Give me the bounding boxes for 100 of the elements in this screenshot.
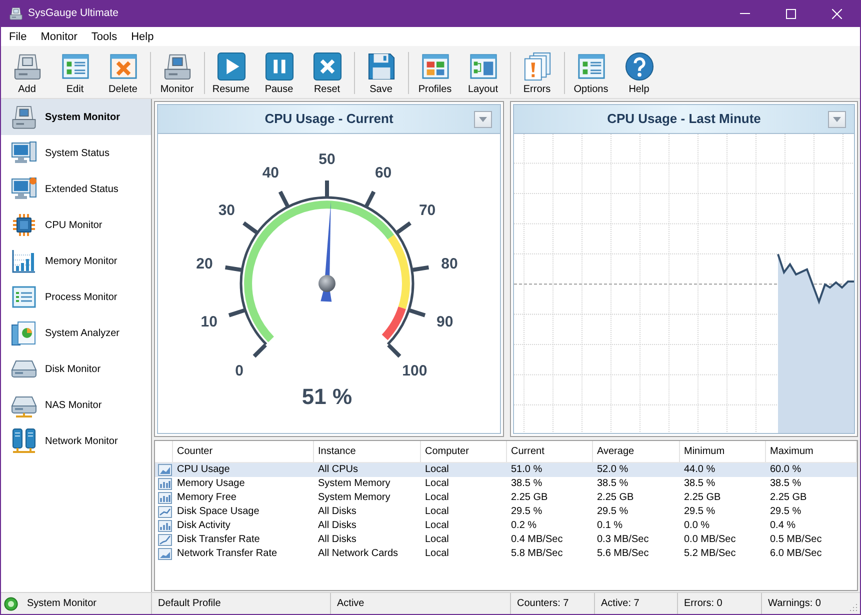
- table-cell-text: 0.1 %: [596, 519, 624, 533]
- table-cell-text: All Disks: [317, 505, 358, 519]
- table-cell-text: 6.0 MB/Sec: [769, 547, 823, 561]
- dropdown-button[interactable]: [828, 110, 846, 128]
- table-cell-text: CPU Usage: [176, 463, 231, 477]
- table-cell-text: Disk Activity: [176, 519, 232, 533]
- menu-item[interactable]: Monitor: [34, 28, 84, 44]
- bar-chart-icon: [158, 520, 172, 532]
- table-cell-text: Disk Transfer Rate: [176, 533, 261, 547]
- column-header[interactable]: Minimum: [680, 441, 766, 462]
- toolbar-button[interactable]: Options: [567, 46, 615, 96]
- toolbar-button[interactable]: Help: [615, 46, 663, 96]
- table-cell-text: 29.5 %: [510, 505, 544, 519]
- sidebar-item[interactable]: System Status: [1, 135, 151, 171]
- toolbar-button[interactable]: Delete: [99, 46, 147, 96]
- toolbar-button[interactable]: Reset: [303, 46, 351, 96]
- pause-icon: [264, 52, 294, 81]
- menu-item[interactable]: Tools: [84, 28, 124, 44]
- toolbar-button[interactable]: Profiles: [411, 46, 459, 96]
- maximize-icon: [786, 8, 796, 18]
- gauge-scale-label: 20: [196, 256, 213, 273]
- gauge-scale-label: 100: [402, 362, 428, 380]
- tiles-window-icon: [420, 52, 450, 81]
- error-pages-icon: [522, 52, 552, 81]
- sidebar-item[interactable]: Network Monitor: [1, 423, 151, 459]
- toolbar-button[interactable]: Resume: [207, 46, 255, 96]
- toolbar-button[interactable]: Pause: [255, 46, 303, 96]
- table-cell-text: All Disks: [317, 519, 358, 533]
- table-cell-text: 38.5 %: [596, 477, 630, 491]
- column-header[interactable]: Counter: [173, 441, 314, 462]
- status-text: Default Profile: [158, 597, 221, 611]
- layout-window-icon: [468, 52, 498, 81]
- toolbar-button[interactable]: Layout: [459, 46, 507, 96]
- list-window-icon: [576, 52, 606, 81]
- sidebar-item[interactable]: Memory Monitor: [1, 243, 151, 279]
- list-window-icon: [60, 52, 90, 81]
- table-row[interactable]: Network Transfer Rate All Network Cards Local 5.8 MB/Sec 5.6 MB/Sec 5.2 MB/Sec 6.0 MB/Sec: [155, 547, 857, 561]
- column-header[interactable]: Computer: [421, 441, 507, 462]
- sidebar-item[interactable]: System Analyzer: [1, 315, 151, 351]
- table-row[interactable]: Disk Activity All Disks Local 0.2 % 0.1 % 0.0 % 0.4 %: [155, 519, 857, 533]
- bar-chart-icon: [158, 478, 172, 490]
- table-cell-text: Local: [424, 491, 450, 505]
- table-cell-text: 60.0 %: [769, 463, 802, 477]
- gauge-scale-label: 80: [441, 256, 458, 273]
- column-header[interactable]: Instance: [314, 441, 421, 462]
- table-cell-text: 2.25 GB: [683, 491, 722, 505]
- sidebar-item[interactable]: NAS Monitor: [1, 387, 151, 423]
- table-cell-text: Local: [424, 477, 450, 491]
- sidebar-item[interactable]: Disk Monitor: [1, 351, 151, 387]
- gauge-scale-label: 30: [218, 202, 236, 220]
- table-cell-text: 44.0 %: [683, 463, 716, 477]
- table-row[interactable]: Memory Free System Memory Local 2.25 GB 2.25 GB 2.25 GB 2.25 GB: [155, 491, 857, 505]
- status-text: Warnings: 0: [768, 597, 821, 611]
- minimize-icon: [740, 13, 750, 14]
- table-cell-text: 0.5 MB/Sec: [769, 533, 823, 547]
- computer-alert-icon: [11, 176, 37, 202]
- table-cell-text: 29.5 %: [769, 505, 802, 519]
- column-header[interactable]: Current: [507, 441, 593, 462]
- table-cell-text: All Network Cards: [317, 547, 400, 561]
- sidebar-item[interactable]: Extended Status: [1, 171, 151, 207]
- gauge-reading: 51 %: [302, 384, 352, 409]
- table-cell-text: 38.5 %: [510, 477, 544, 491]
- toolbar-button[interactable]: Save: [357, 46, 405, 96]
- toolbar-button[interactable]: Edit: [51, 46, 99, 96]
- table-cell-text: All CPUs: [317, 463, 360, 477]
- column-header[interactable]: Average: [593, 441, 680, 462]
- menu-item[interactable]: Help: [124, 28, 161, 44]
- table-cell-text: Local: [424, 519, 450, 533]
- table-row[interactable]: Disk Space Usage All Disks Local 29.5 % 29.5 % 29.5 % 29.5 %: [155, 505, 857, 519]
- cpu-chip-icon: [11, 212, 37, 238]
- table-cell-text: 0.4 MB/Sec: [510, 533, 564, 547]
- status-text: Active: [337, 597, 364, 611]
- sidebar-item[interactable]: CPU Monitor: [1, 207, 151, 243]
- column-header[interactable]: Maximum: [766, 441, 857, 462]
- table-cell-text: 5.8 MB/Sec: [510, 547, 564, 561]
- gauge-scale-label: 0: [235, 362, 244, 380]
- gauge-scale-label: 50: [318, 151, 336, 168]
- menu-item[interactable]: File: [2, 28, 34, 44]
- table-cell-text: 0.4 %: [769, 519, 797, 533]
- toolbar-button[interactable]: Add: [3, 46, 51, 96]
- list-window-icon: [11, 284, 37, 310]
- gauge-scale-label: 10: [200, 313, 218, 330]
- cross-tile-icon: [312, 52, 342, 81]
- table-cell-text: Local: [424, 463, 450, 477]
- table-row[interactable]: CPU Usage All CPUs Local 51.0 % 52.0 % 44.0 % 60.0 %: [155, 463, 857, 477]
- gauge-scale-label: 90: [436, 313, 454, 330]
- dropdown-button[interactable]: [474, 110, 492, 128]
- table-row[interactable]: Disk Transfer Rate All Disks Local 0.4 MB/Sec 0.3 MB/Sec 0.0 MB/Sec 0.5 MB/Sec: [155, 533, 857, 547]
- caret-icon: [833, 116, 841, 122]
- sidebar-item[interactable]: System Monitor: [1, 99, 151, 135]
- table-cell-text: Disk Space Usage: [176, 505, 260, 519]
- table-cell-text: 5.2 MB/Sec: [683, 547, 737, 561]
- app-icon: [9, 6, 23, 21]
- table-cell-text: Network Transfer Rate: [176, 547, 278, 561]
- table-cell-text: 38.5 %: [683, 477, 716, 491]
- toolbar-button[interactable]: Errors: [513, 46, 561, 96]
- sidebar-item[interactable]: Process Monitor: [1, 279, 151, 315]
- toolbar-button[interactable]: Monitor: [153, 46, 201, 96]
- bar-chart-icon: [158, 492, 172, 504]
- table-row[interactable]: Memory Usage System Memory Local 38.5 % 38.5 % 38.5 % 38.5 %: [155, 477, 857, 491]
